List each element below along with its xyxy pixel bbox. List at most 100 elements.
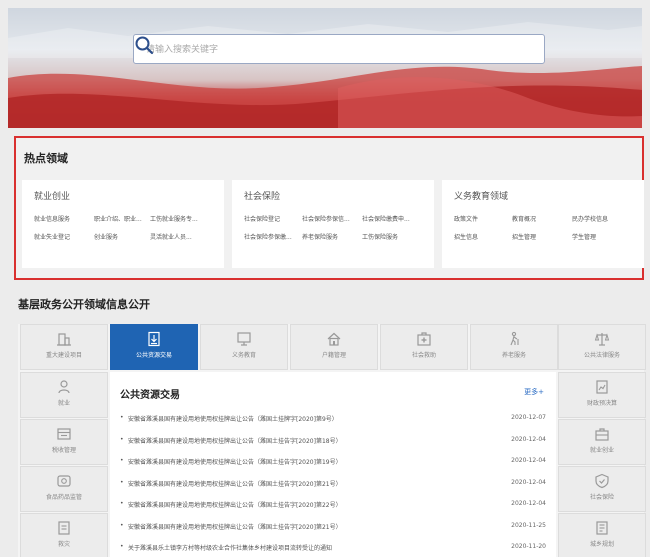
tax-icon: [57, 428, 71, 440]
news-item[interactable]: • 安徽省濉溪县国有建设用地使用权挂牌出让公告（濉国土挂告字[2020]第21号）…: [120, 473, 546, 495]
bullet: •: [120, 478, 124, 486]
news-item[interactable]: • 安徽省濉溪县国有建设用地使用权挂牌出让公告（濉国土挂告字[2020]第19号）…: [120, 451, 546, 473]
tab-label: 义务教育: [231, 352, 256, 359]
tab-label: 城乡规划: [589, 541, 614, 548]
card-title[interactable]: 就业创业: [34, 189, 70, 202]
news-title: 安徽省濉溪县国有建设用地使用权挂牌出让公告（濉国土挂告字[2020]第21号）: [128, 480, 342, 488]
tab-food-drug-supervision[interactable]: 食品药品监管: [20, 466, 108, 512]
tab-elderly-services[interactable]: 养老服务: [470, 324, 558, 370]
banner-background-image: [8, 22, 642, 128]
card-title[interactable]: 社会保险: [244, 189, 280, 202]
card-link[interactable]: 灵活就业人员...: [150, 232, 192, 241]
bullet: •: [120, 414, 124, 421]
news-title: 安徽省濉溪县国有建设用地使用权挂牌出让公告（濉国土挂告字[2020]第19号）: [128, 459, 342, 466]
tab-label: 就业创业: [589, 447, 614, 454]
content-title: 公共资源交易: [120, 390, 180, 401]
news-title: 安徽省濉溪县国有建设用地使用权挂牌出让公告（濉国土挂告字[2020]第22号）: [128, 502, 342, 509]
news-date: 2020-12-04: [511, 500, 546, 507]
home-icon: [327, 332, 341, 346]
card-link[interactable]: 工伤就业服务专...: [150, 214, 198, 223]
download-document-icon: [148, 331, 160, 347]
card-link[interactable]: 就业失业登记: [34, 232, 70, 241]
news-list: • 安徽省濉溪县国有建设用地使用权挂牌出让公告（濉国土挂牌字[2020]第9号） 2…: [120, 408, 546, 557]
card-link[interactable]: 职业介绍、职业...: [94, 214, 142, 223]
card-link[interactable]: 工伤保险服务: [362, 232, 398, 241]
tab-label: 重大建设项目: [45, 352, 82, 359]
tab-public-resource-trading[interactable]: 公共资源交易: [110, 324, 198, 370]
search-input[interactable]: [146, 42, 506, 58]
tab-label: 公共法律服务: [583, 352, 620, 359]
hot-domains-title: 热点领域: [24, 152, 68, 165]
banner: [8, 8, 642, 128]
search-box: [133, 34, 545, 64]
bullet: •: [120, 435, 124, 443]
shield-icon: [595, 473, 609, 489]
card-link[interactable]: 教育概况: [512, 214, 536, 223]
disaster-icon: [58, 521, 70, 535]
tab-employment[interactable]: 就业: [20, 372, 108, 418]
tab-label: 公共资源交易: [135, 352, 172, 359]
search-icon[interactable]: [134, 35, 154, 55]
more-link[interactable]: 更多+: [524, 387, 544, 397]
briefcase-icon: [595, 428, 609, 441]
news-date: 2020-12-07: [511, 414, 546, 421]
finance-icon: [596, 380, 608, 394]
tab-label: 养老服务: [501, 352, 526, 359]
tab-social-assistance[interactable]: 社会救助: [380, 324, 468, 370]
card-link[interactable]: 社会保险参保缴...: [244, 232, 292, 241]
tab-public-legal-services[interactable]: 公共法律服务: [558, 324, 646, 370]
tab-major-projects[interactable]: 重大建设项目: [20, 324, 108, 370]
card-link[interactable]: 社会保险缴费申...: [362, 214, 410, 223]
elderly-icon: [510, 331, 519, 346]
news-date: 2020-12-04: [511, 435, 546, 443]
card-title[interactable]: 义务教育领域: [454, 189, 508, 202]
bullet: •: [120, 521, 124, 529]
tab-household-registration[interactable]: 户籍管理: [290, 324, 378, 370]
card-link[interactable]: 招生信息: [454, 232, 478, 241]
news-date: 2020-11-25: [511, 521, 546, 529]
card-link[interactable]: 就业信息服务: [34, 214, 70, 223]
tab-disaster-relief[interactable]: 救灾: [20, 513, 108, 557]
tab-label: 财政预决算: [586, 400, 617, 407]
card-link[interactable]: 学生管理: [572, 232, 596, 241]
tab-urban-rural-planning[interactable]: 城乡规划: [558, 513, 646, 557]
tab-tax-management[interactable]: 税收管理: [20, 419, 108, 465]
tab-social-insurance[interactable]: 社会保险: [558, 466, 646, 512]
news-item[interactable]: • 安徽省濉溪县国有建设用地使用权挂牌出让公告（濉国土挂告字[2020]第21号）…: [120, 516, 546, 538]
news-item[interactable]: • 安徽省濉溪县国有建设用地使用权挂牌出让公告（濉国土挂告字[2020]第22号）…: [120, 494, 546, 516]
card-link[interactable]: 政策文件: [454, 214, 478, 223]
tab-compulsory-education[interactable]: 义务教育: [200, 324, 288, 370]
plan-icon: [596, 521, 608, 535]
tab-label: 就业: [57, 400, 70, 407]
news-item[interactable]: • 安徽省濉溪县国有建设用地使用权挂牌出让公告（濉国土挂告字[2020]第18号）…: [120, 430, 546, 452]
card-link[interactable]: 养老保险服务: [302, 232, 338, 241]
section-title: 基层政务公开领域信息公开: [18, 298, 150, 311]
category-grid: 重大建设项目 公共资源交易 义务教育 户籍管理 社会救助 养老服务 公共法律服务…: [18, 324, 646, 557]
tab-label: 社会救助: [411, 352, 436, 359]
tab-label: 社会保险: [589, 494, 614, 501]
tab-label: 食品药品监管: [45, 494, 82, 501]
monitor-icon: [237, 332, 251, 346]
person-icon: [58, 380, 70, 394]
card-link[interactable]: 社会保险参保信...: [302, 214, 350, 223]
content-panel: 公共资源交易 更多+ • 安徽省濉溪县国有建设用地使用权挂牌出让公告（濉国土挂牌字…: [110, 372, 556, 557]
news-date: 2020-12-04: [511, 457, 546, 464]
card-link[interactable]: 招生管理: [512, 232, 536, 241]
scales-icon: [594, 333, 610, 346]
bullet: •: [120, 457, 124, 464]
tab-employment-entrepreneurship[interactable]: 就业创业: [558, 419, 646, 465]
tab-label: 税收管理: [51, 447, 76, 454]
tab-fiscal-budget[interactable]: 财政预决算: [558, 372, 646, 418]
news-item[interactable]: • 安徽省濉溪县国有建设用地使用权挂牌出让公告（濉国土挂牌字[2020]第9号） 2…: [120, 408, 546, 430]
medical-icon: [417, 332, 431, 346]
hot-domains-panel: 热点领域 就业创业 就业信息服务 职业介绍、职业... 工伤就业服务专... 就…: [14, 136, 644, 280]
news-title: 关于濉溪县乐土镇李方村等村级农业合作社集体乡村建设项目流转受让的通知: [128, 545, 333, 552]
news-item[interactable]: • 关于濉溪县乐土镇李方村等村级农业合作社集体乡村建设项目流转受让的通知 2020-…: [120, 537, 546, 557]
card-link[interactable]: 民办学校信息: [572, 214, 608, 223]
building-icon: [57, 333, 71, 346]
card-link[interactable]: 创业服务: [94, 232, 118, 241]
hot-card-employment: 就业创业 就业信息服务 职业介绍、职业... 工伤就业服务专... 就业失业登记…: [22, 180, 224, 268]
news-title: 安徽省濉溪县国有建设用地使用权挂牌出让公告（濉国土挂牌字[2020]第9号）: [128, 416, 338, 423]
card-link[interactable]: 社会保险登记: [244, 214, 280, 223]
news-date: 2020-12-04: [511, 478, 546, 486]
